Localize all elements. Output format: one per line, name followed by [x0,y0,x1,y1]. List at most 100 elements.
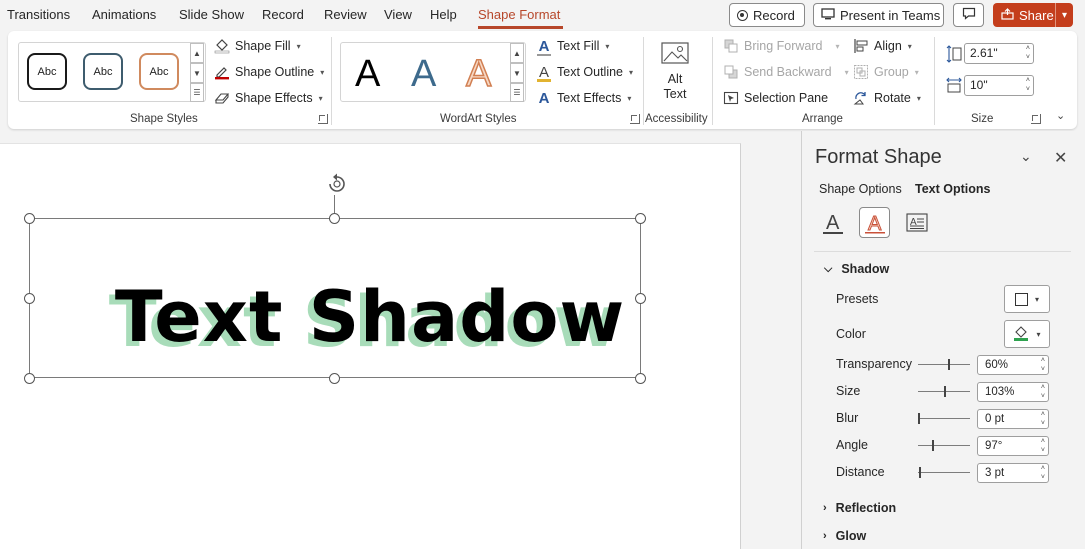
angle-input[interactable]: 97° ˄ ˅ [977,436,1049,456]
height-spinner-icon[interactable]: ˄ ˅ [1026,44,1030,62]
spinner-icon[interactable]: ˄ ˅ [1041,356,1045,374]
pane-options-chevron-icon[interactable]: ⌄ [1020,148,1032,165]
align-button[interactable]: Align ▾ [853,38,912,54]
text-fill-button[interactable]: A Text Fill ▾ [536,38,609,56]
wordart-preset-blue[interactable]: A [411,53,436,96]
blur-slider[interactable] [918,413,970,424]
text-effects-button[interactable]: A Text Effects ▾ [536,90,632,107]
shape-style-preset-3[interactable]: Abc [139,53,179,90]
reflection-section-header[interactable]: › Reflection [823,501,896,515]
shape-height-input[interactable]: 2.61" ˄ ˅ [964,43,1034,64]
shape-width-value: 10" [970,78,988,92]
selection-pane-button[interactable]: Selection Pane [723,90,828,106]
paint-bucket-icon [214,38,230,54]
chevron-right-icon: › [823,530,827,542]
text-effects-icon[interactable]: A [859,207,890,238]
rotate-handle-icon[interactable] [324,172,350,199]
shadow-presets-dropdown[interactable]: ▾ [1004,285,1050,313]
transparency-input[interactable]: 60% ˄ ˅ [977,355,1049,375]
active-tab-indicator [478,26,563,29]
shape-style-preset-1[interactable]: Abc [27,53,67,90]
wordart-preset-black[interactable]: A [355,53,380,96]
tab-view[interactable]: View [384,7,412,22]
width-spinner-icon[interactable]: ˄ ˅ [1026,76,1030,94]
wordart-preset-orange[interactable]: A [465,52,492,96]
spinner-icon[interactable]: ˄ ˅ [1041,437,1045,455]
bring-forward-label: Bring Forward [744,39,823,53]
resize-handle-bottom-left[interactable] [24,373,35,384]
chevron-down-icon: ▾ [629,67,634,77]
alt-text-icon [659,42,691,72]
size-launcher-icon[interactable] [1031,114,1041,124]
record-button[interactable]: Record [729,3,805,27]
share-button[interactable]: Share ▾ [993,3,1073,27]
textbox-layout-icon[interactable]: A [901,207,932,238]
size-input[interactable]: 103% ˄ ˅ [977,382,1049,402]
tab-record[interactable]: Record [262,7,304,22]
glow-section-header[interactable]: › Glow [823,529,866,543]
shape-effects-button[interactable]: Shape Effects ▾ [214,90,323,106]
tab-transitions[interactable]: Transitions [7,7,70,22]
resize-handle-bottom[interactable] [329,373,340,384]
text-outline-button[interactable]: A Text Outline ▾ [536,64,634,82]
bring-forward-button[interactable]: Bring Forward ▾ [723,38,840,54]
svg-text:A: A [826,212,840,234]
angle-slider[interactable] [918,440,970,451]
tab-help[interactable]: Help [430,7,457,22]
shape-width-input[interactable]: 10" ˄ ˅ [964,75,1034,96]
wordart-expand-icon[interactable]: ☰ [510,83,524,102]
bring-forward-icon [723,38,739,54]
gallery-scroll-up-icon[interactable]: ▲ [190,43,204,63]
size-slider[interactable] [918,386,970,397]
slider-thumb[interactable] [932,440,934,451]
slider-thumb[interactable] [944,386,946,397]
distance-input[interactable]: 3 pt ˄ ˅ [977,463,1049,483]
comments-button[interactable] [953,3,984,27]
text-fill-outline-icon[interactable]: A [817,207,848,238]
presets-label: Presets [836,292,879,306]
close-icon[interactable]: ✕ [1054,148,1067,168]
rotate-button[interactable]: Rotate ▾ [853,90,921,106]
tab-text-options[interactable]: Text Options [915,182,990,196]
shadow-color-dropdown[interactable]: ▾ [1004,320,1050,348]
tab-shape-format[interactable]: Shape Format [478,7,560,22]
resize-handle-bottom-right[interactable] [635,373,646,384]
slider-thumb[interactable] [918,413,920,424]
resize-handle-top-left[interactable] [24,213,35,224]
present-in-teams-button[interactable]: Present in Teams [813,3,944,27]
shape-style-preset-2[interactable]: Abc [83,53,123,90]
distance-slider[interactable] [918,467,970,478]
shadow-section-header[interactable]: ⌵ Shadow [824,262,889,276]
tab-animations[interactable]: Animations [92,7,156,22]
tab-slide-show[interactable]: Slide Show [179,7,244,22]
resize-handle-top-right[interactable] [635,213,646,224]
shape-fill-label: Shape Fill [235,39,291,53]
slide-canvas[interactable]: Text Shadow [0,143,741,549]
gallery-expand-icon[interactable]: ☰ [190,83,204,102]
spinner-icon[interactable]: ˄ ˅ [1041,410,1045,428]
resize-handle-top[interactable] [329,213,340,224]
share-dropdown-icon[interactable]: ▾ [1056,10,1073,21]
shape-width-icon [946,77,962,96]
tab-shape-options[interactable]: Shape Options [819,182,902,196]
slider-thumb[interactable] [919,467,921,478]
slide-text[interactable]: Text Shadow [0,282,740,352]
shape-styles-launcher-icon[interactable] [318,114,328,124]
spinner-icon[interactable]: ˄ ˅ [1041,383,1045,401]
shape-fill-button[interactable]: Shape Fill ▾ [214,38,301,54]
wordart-scroll-down-icon[interactable]: ▼ [510,63,524,83]
group-button[interactable]: Group ▾ [853,64,919,80]
gallery-scroll-down-icon[interactable]: ▼ [190,63,204,83]
alt-text-button[interactable]: Alt Text [657,39,693,102]
send-backward-button[interactable]: Send Backward ▾ [723,64,849,80]
transparency-slider[interactable] [918,359,970,370]
distance-value: 3 pt [985,467,1005,479]
wordart-scroll-up-icon[interactable]: ▲ [510,43,524,63]
wordart-launcher-icon[interactable] [630,114,640,124]
blur-input[interactable]: 0 pt ˄ ˅ [977,409,1049,429]
slider-thumb[interactable] [948,359,950,370]
shape-outline-button[interactable]: Shape Outline ▾ [214,64,324,80]
tab-review[interactable]: Review [324,7,367,22]
collapse-ribbon-icon[interactable]: ⌄ [1056,109,1065,122]
spinner-icon[interactable]: ˄ ˅ [1041,464,1045,482]
